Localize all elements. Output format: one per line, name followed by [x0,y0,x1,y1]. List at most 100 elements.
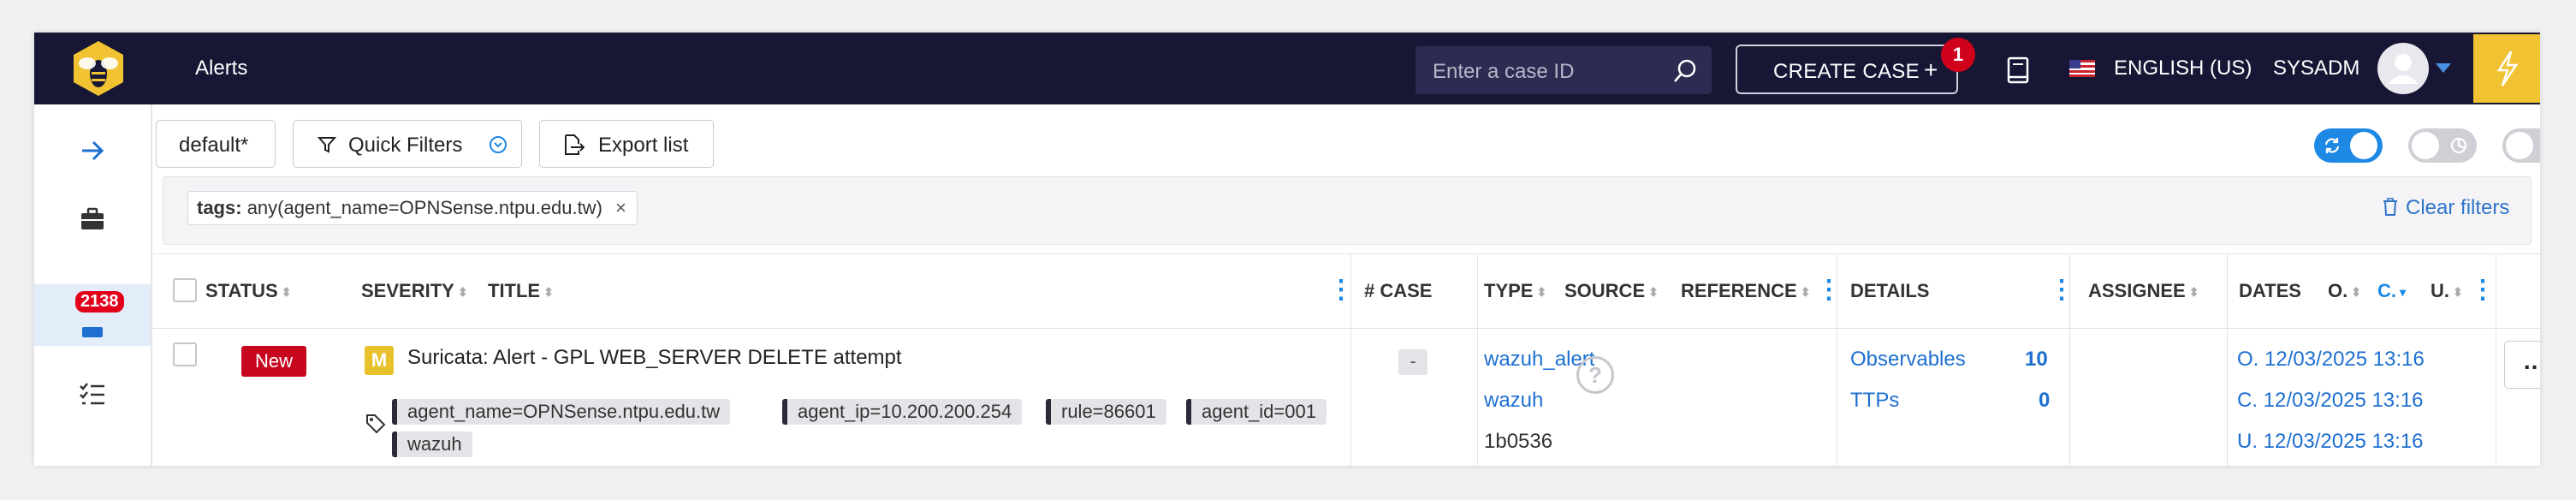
avatar[interactable] [2377,43,2429,94]
column-header-severity[interactable]: SEVERITY ⬍ [361,280,468,302]
table-row[interactable]: New M Suricata: Alert - GPL WEB_SERVER D… [152,329,2540,466]
tag[interactable]: rule=86601 [1046,399,1166,425]
ttps-link[interactable]: TTPs [1850,389,1899,413]
tag[interactable]: agent_id=001 [1186,399,1327,425]
briefcase-icon [81,207,104,229]
table-header: STATUS ⬍ SEVERITY ⬍ TITLE ⬍ ⋮ # CASE TYPE ⬍ … [152,253,2540,330]
pie-chart-icon [2450,137,2467,154]
sort-icon: ⬍ [1536,284,1547,299]
status-badge: New [241,346,306,377]
export-list-button[interactable]: Export list [539,120,714,168]
top-navbar: Alerts Enter a case ID CREATE CASE + 1 E… [34,33,2540,104]
sort-icon: ⬍ [1648,284,1659,299]
lightning-icon [2496,51,2519,86]
date-opened: O. 12/03/2025 13:16 [2237,348,2425,371]
sort-desc-icon: ▾ [2400,284,2407,299]
sort-date-updated[interactable]: U. ⬍ [2431,280,2463,302]
auto-refresh-toggle[interactable] [2314,128,2383,163]
active-filters-bar: tags: any(agent_name=OPNSense.ntpu.edu.t… [163,176,2531,245]
filter-panel-toggle[interactable] [2502,128,2540,163]
create-case-label: CREATE CASE [1773,60,1920,83]
tag[interactable]: wazuh [392,432,472,457]
user-icon [2388,54,2419,84]
default-view-label: default* [179,134,249,157]
column-header-assignee[interactable]: ASSIGNEE ⬍ [2088,280,2199,302]
filter-chip-value: any(agent_name=OPNSense.ntpu.edu.tw) [246,197,602,218]
us-flag-icon [2069,60,2095,77]
case-search-input[interactable]: Enter a case ID [1416,46,1712,94]
sort-date-created[interactable]: C. ▾ [2377,280,2406,302]
toggle-knob [2350,132,2377,159]
search-icon[interactable] [1672,58,1698,84]
stats-toggle[interactable] [2408,128,2477,163]
filter-chip[interactable]: tags: any(agent_name=OPNSense.ntpu.edu.t… [187,191,638,225]
case-search-placeholder: Enter a case ID [1433,60,1575,83]
alert-reference: 1b0536 [1484,430,1553,453]
select-all-checkbox[interactable] [173,278,197,302]
alerts-icon [82,327,103,337]
column-menu-icon[interactable]: ⋮ [2049,275,2074,305]
column-header-source[interactable]: SOURCE ⬍ [1564,280,1659,302]
tag-icon [366,414,386,434]
alerts-count-badge: 2138 [75,291,124,312]
observables-link[interactable]: Observables [1850,348,1966,372]
row-actions-button[interactable]: ... [2504,341,2540,389]
language-selector[interactable]: ENGLISH (US) [2114,57,2252,80]
username[interactable]: SYSADM [2273,57,2359,80]
column-header-status[interactable]: STATUS ⬍ [205,280,291,302]
column-menu-icon[interactable]: ⋮ [1816,275,1842,305]
sort-icon: ⬍ [2453,284,2463,299]
export-list-label: Export list [598,134,689,157]
sidebar-item-alerts[interactable]: 2138 [34,284,151,346]
column-menu-icon[interactable]: ⋮ [2470,275,2496,305]
sidebar-item-tasks[interactable] [34,365,151,426]
column-header-reference[interactable]: REFERENCE ⬍ [1681,280,1810,302]
column-header-details: DETAILS [1850,280,1930,301]
column-header-dates: DATES [2239,280,2301,301]
chevron-down-circle-icon [490,136,507,153]
refresh-icon [2324,138,2340,153]
quick-filters-button[interactable]: Quick Filters [293,120,522,168]
app-window: Alerts Enter a case ID CREATE CASE + 1 E… [34,33,2540,466]
row-checkbox[interactable] [173,342,197,366]
severity-badge: M [365,346,394,375]
trash-icon [2383,198,2397,216]
list-toolbar: default* Quick Filters Export list [152,104,2540,180]
alert-title-link[interactable]: Suricata: Alert - GPL WEB_SERVER DELETE … [407,346,902,370]
column-header-case: # CASE [1364,280,1433,301]
quick-actions-button[interactable] [2473,34,2540,103]
create-case-button[interactable]: CREATE CASE + [1736,45,1958,94]
unassigned-icon[interactable]: ? [1576,356,1614,394]
date-updated: U. 12/03/2025 13:16 [2237,430,2424,453]
thehive-logo[interactable] [68,39,128,98]
sidebar-item-cases[interactable] [34,190,151,252]
funnel-icon [318,137,336,153]
ttps-count: 0 [2039,389,2051,412]
sort-date-opened[interactable]: O. ⬍ [2328,280,2361,302]
observables-count: 10 [2025,348,2048,371]
sidebar-expand-button[interactable] [34,122,151,183]
quick-filters-label: Quick Filters [348,134,463,157]
plus-icon: + [1924,57,1938,83]
tag[interactable]: agent_ip=10.200.200.254 [781,399,1023,425]
filter-chip-key: tags: [197,197,242,218]
book-icon[interactable] [2006,57,2030,84]
column-header-title[interactable]: TITLE ⬍ [488,280,554,302]
sort-icon: ⬍ [281,284,292,299]
close-icon[interactable]: × [615,192,626,224]
date-created: C. 12/03/2025 13:16 [2237,389,2424,412]
clear-filters-link[interactable]: Clear filters [2383,196,2509,220]
default-view-button[interactable]: default* [156,120,276,168]
notification-badge[interactable]: 1 [1941,38,1975,72]
toggle-knob [2412,132,2439,159]
arrow-right-icon [82,140,104,161]
column-header-type[interactable]: TYPE ⬍ [1484,280,1546,302]
sort-icon: ⬍ [457,284,468,299]
alert-source-link[interactable]: wazuh [1484,389,1543,413]
sort-icon: ⬍ [2188,284,2199,299]
toggle-knob [2506,132,2533,159]
tag[interactable]: agent_name=OPNSense.ntpu.edu.tw [391,399,731,425]
chevron-down-icon[interactable] [2436,63,2451,73]
page-title: Alerts [195,57,248,80]
sort-icon: ⬍ [2351,284,2361,299]
